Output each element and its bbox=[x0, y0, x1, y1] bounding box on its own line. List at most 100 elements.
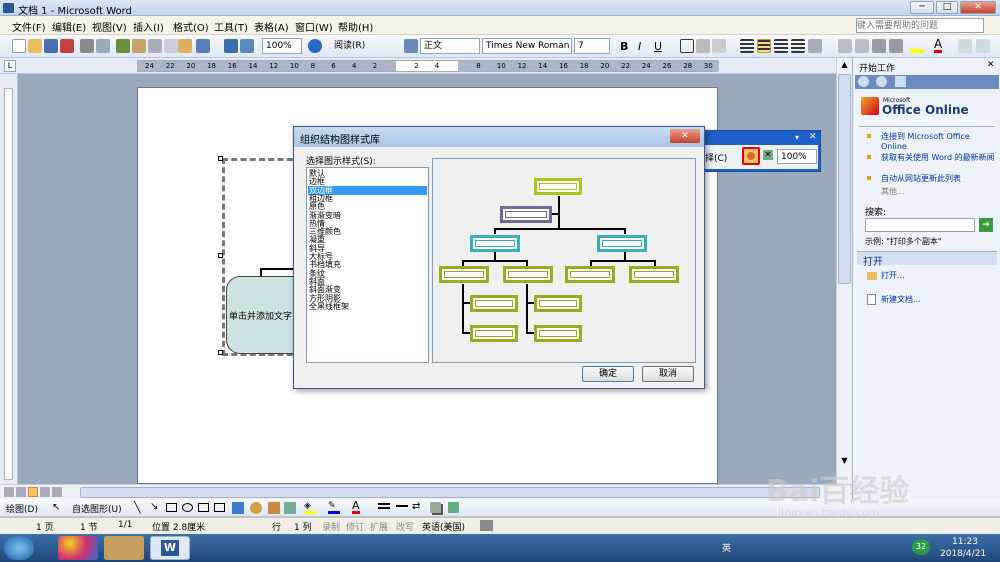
print-icon[interactable] bbox=[80, 39, 94, 53]
normal-view-icon[interactable] bbox=[4, 487, 14, 497]
undo-icon[interactable] bbox=[196, 39, 210, 53]
menu-insert[interactable]: 插入(I) bbox=[133, 19, 164, 34]
autoshapes-menu[interactable]: 自选图形(U) bbox=[72, 502, 122, 515]
char-scale-icon[interactable] bbox=[712, 39, 726, 53]
ime-language-indicator[interactable]: 英 bbox=[722, 541, 731, 554]
hyperlink-icon[interactable] bbox=[224, 39, 238, 53]
menu-help[interactable]: 帮助(H) bbox=[338, 19, 373, 34]
clock-date[interactable]: 2018/4/21 bbox=[940, 549, 986, 559]
vertical-ruler[interactable] bbox=[0, 74, 18, 484]
latest-news-link[interactable]: 获取有关使用 Word 的最新新闻 bbox=[881, 153, 999, 163]
taskbar-paint-icon[interactable] bbox=[104, 536, 144, 560]
org-zoom-select[interactable]: 100% bbox=[777, 149, 817, 164]
reading-view-icon[interactable] bbox=[52, 487, 62, 497]
shadow-icon[interactable] bbox=[430, 502, 441, 513]
permission-icon[interactable] bbox=[60, 39, 74, 53]
3d-icon[interactable] bbox=[448, 502, 459, 513]
style-listbox[interactable]: 默认 边框 双边框 粗边框 原色 渐渐变暗 热情 三维颜色 凝重 斜导 大标号 书档填充 条纹 斜面 斜面渐… bbox=[306, 167, 429, 363]
status-trk[interactable]: 修订 bbox=[346, 520, 364, 533]
vertical-textbox-icon[interactable] bbox=[214, 503, 225, 512]
connect-office-online-link[interactable]: 连接到 Microsoft Office Online bbox=[881, 132, 993, 152]
line-color-icon[interactable]: ✎ bbox=[328, 501, 340, 514]
wordart-icon[interactable] bbox=[232, 502, 244, 514]
bullets-icon[interactable] bbox=[855, 39, 869, 53]
clock-time[interactable]: 11:23 bbox=[952, 537, 978, 547]
align-left-icon[interactable] bbox=[740, 39, 754, 53]
style-list-item[interactable]: 全黑线框架 bbox=[308, 302, 427, 311]
dialog-close-button[interactable]: ✕ bbox=[670, 129, 700, 143]
open-icon[interactable] bbox=[28, 39, 42, 53]
menu-window[interactable]: 窗口(W) bbox=[295, 19, 333, 34]
scroll-down-icon[interactable]: ▼ bbox=[838, 456, 851, 466]
menu-tools[interactable]: 工具(T) bbox=[214, 19, 248, 34]
forward-icon[interactable] bbox=[876, 76, 887, 87]
font-color-draw-icon[interactable]: A bbox=[352, 500, 360, 514]
numbering-icon[interactable] bbox=[838, 39, 852, 53]
taskbar-word-icon[interactable]: W bbox=[150, 536, 190, 560]
more-link[interactable]: 其他... bbox=[881, 187, 905, 197]
menu-edit[interactable]: 编辑(E) bbox=[52, 19, 86, 34]
vertical-scrollbar[interactable]: ▲ ▼ bbox=[836, 58, 852, 484]
cut-icon[interactable] bbox=[148, 39, 162, 53]
diagram-icon[interactable] bbox=[250, 502, 262, 514]
increase-indent-icon[interactable] bbox=[889, 39, 903, 53]
horizontal-ruler[interactable]: L 24 22 20 18 16 14 12 10 8 6 4 2 2 4 8 10 12 14 16 18 20 22 2… bbox=[0, 58, 852, 74]
web-view-icon[interactable] bbox=[16, 487, 26, 497]
ok-button[interactable]: 确定 bbox=[582, 366, 634, 382]
autoformat-button[interactable] bbox=[742, 147, 760, 165]
decrease-indent-icon[interactable] bbox=[872, 39, 886, 53]
align-center-icon[interactable] bbox=[757, 39, 771, 53]
toolbar-options-icon[interactable]: ▾ bbox=[795, 133, 799, 142]
print-view-icon[interactable] bbox=[28, 487, 38, 497]
close-button[interactable]: ✕ bbox=[960, 1, 996, 14]
status-ovr[interactable]: 改写 bbox=[396, 520, 414, 533]
new-document-link[interactable]: 新建文档... bbox=[881, 295, 921, 305]
start-button-icon[interactable] bbox=[4, 536, 34, 560]
help-question-input[interactable] bbox=[856, 18, 984, 33]
enclose-icon[interactable] bbox=[976, 39, 990, 53]
arrow-style-icon[interactable]: ⇄ bbox=[412, 501, 420, 512]
fit-text-icon[interactable]: ✕ bbox=[763, 150, 773, 160]
char-shading-icon[interactable] bbox=[696, 39, 710, 53]
taskpane-search-input[interactable] bbox=[865, 218, 975, 232]
char-border-icon[interactable] bbox=[680, 39, 694, 53]
justify-icon[interactable] bbox=[791, 39, 805, 53]
maximize-button[interactable]: □ bbox=[936, 1, 958, 14]
line-spacing-icon[interactable] bbox=[808, 39, 822, 53]
underline-icon[interactable]: U bbox=[654, 40, 662, 53]
hscroll-thumb[interactable] bbox=[80, 487, 820, 498]
select-label[interactable]: 择(C) bbox=[705, 151, 727, 164]
table-icon[interactable] bbox=[240, 39, 254, 53]
menu-file[interactable]: 文件(F) bbox=[12, 19, 46, 34]
menu-format[interactable]: 格式(O) bbox=[173, 19, 209, 34]
dash-style-icon[interactable] bbox=[396, 505, 408, 508]
style-select[interactable]: 正文 bbox=[420, 38, 480, 54]
oval-icon[interactable] bbox=[182, 503, 193, 512]
line-style-icon[interactable] bbox=[378, 503, 390, 511]
copy-icon[interactable] bbox=[164, 39, 178, 53]
menu-view[interactable]: 视图(V) bbox=[92, 19, 127, 34]
textbox-icon[interactable] bbox=[198, 503, 209, 512]
org-chart-box[interactable]: 单击并添加文字 bbox=[226, 276, 298, 354]
menu-table[interactable]: 表格(A) bbox=[254, 19, 289, 34]
align-right-icon[interactable] bbox=[774, 39, 788, 53]
bold-icon[interactable]: B bbox=[620, 40, 628, 53]
save-icon[interactable] bbox=[44, 39, 58, 53]
horizontal-scrollbar[interactable] bbox=[0, 484, 852, 499]
styles-formatting-icon[interactable] bbox=[404, 39, 418, 53]
tab-selector[interactable]: L bbox=[4, 60, 16, 72]
status-rec[interactable]: 录制 bbox=[322, 520, 340, 533]
scroll-thumb[interactable] bbox=[838, 74, 851, 284]
auto-update-link[interactable]: 自动从网站更新此列表 bbox=[881, 174, 993, 184]
font-select[interactable]: Times New Roman bbox=[482, 38, 572, 54]
back-icon[interactable] bbox=[858, 76, 869, 87]
draw-menu[interactable]: 绘图(D) bbox=[6, 502, 38, 515]
task-pane-close-icon[interactable]: ✕ bbox=[987, 60, 995, 70]
research-icon[interactable] bbox=[132, 39, 146, 53]
highlight-icon[interactable] bbox=[910, 39, 924, 53]
help-icon[interactable] bbox=[308, 39, 322, 53]
italic-icon[interactable]: I bbox=[638, 40, 641, 53]
outline-view-icon[interactable] bbox=[40, 487, 50, 497]
taskbar-app-icon[interactable] bbox=[58, 536, 98, 560]
arrow-icon[interactable]: ↘ bbox=[150, 501, 158, 512]
